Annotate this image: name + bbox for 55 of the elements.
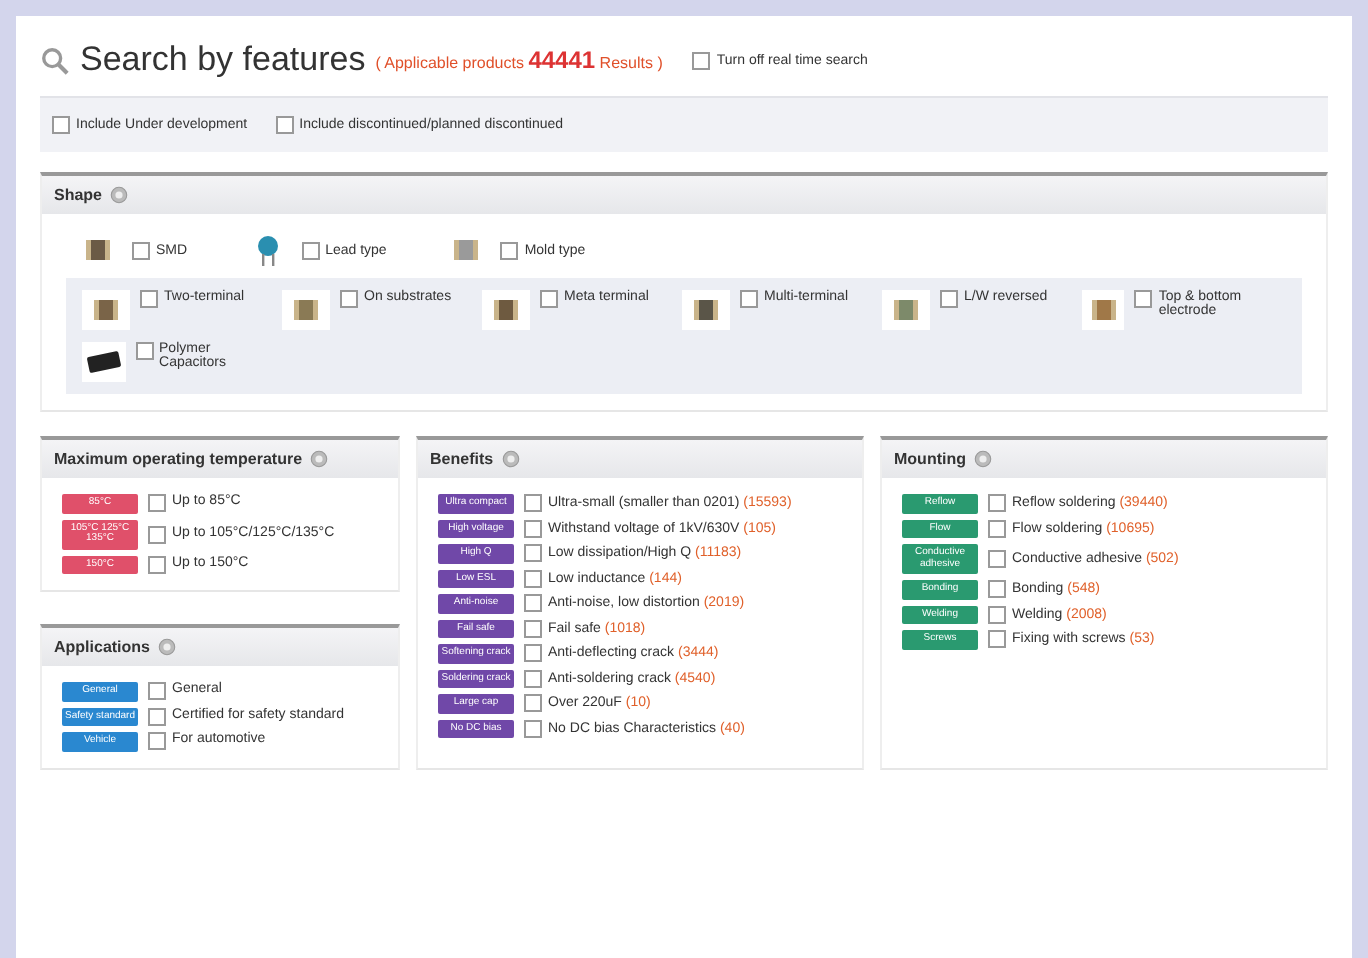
checkbox[interactable] bbox=[740, 290, 758, 308]
info-icon[interactable] bbox=[110, 186, 129, 204]
checkbox[interactable] bbox=[524, 569, 542, 588]
info-icon[interactable] bbox=[501, 450, 520, 468]
checkbox[interactable] bbox=[340, 290, 358, 308]
checkbox[interactable] bbox=[524, 669, 542, 688]
checkbox[interactable] bbox=[301, 241, 320, 259]
results-count: ( Applicable products 44441 Results ) bbox=[375, 46, 663, 74]
panel-title: Mounting bbox=[894, 450, 966, 468]
panel-title: Maximum operating temperature bbox=[54, 450, 303, 468]
checkbox[interactable] bbox=[988, 550, 1006, 568]
info-icon[interactable] bbox=[158, 638, 177, 656]
checkbox[interactable] bbox=[524, 619, 542, 638]
info-icon[interactable] bbox=[310, 450, 329, 468]
checkbox[interactable] bbox=[135, 342, 154, 360]
chip-component-icon bbox=[1082, 290, 1125, 330]
checkbox[interactable] bbox=[524, 694, 542, 713]
checkbox[interactable] bbox=[132, 241, 150, 259]
checkbox[interactable] bbox=[988, 494, 1006, 513]
checkbox[interactable] bbox=[148, 525, 166, 543]
checkbox[interactable] bbox=[692, 51, 711, 69]
checkbox[interactable] bbox=[524, 519, 542, 538]
panel-title: Shape bbox=[54, 186, 103, 204]
checkbox[interactable] bbox=[540, 290, 558, 308]
info-icon[interactable] bbox=[973, 450, 992, 468]
panel-title: Benefits bbox=[430, 450, 494, 468]
checkbox[interactable] bbox=[52, 116, 70, 134]
checkbox[interactable] bbox=[500, 241, 519, 259]
checkbox[interactable] bbox=[524, 594, 542, 613]
page-title: Search by features bbox=[80, 40, 366, 80]
checkbox[interactable] bbox=[524, 494, 542, 513]
checkbox[interactable] bbox=[988, 605, 1006, 624]
checkbox[interactable] bbox=[988, 519, 1006, 538]
checkbox[interactable] bbox=[148, 555, 166, 574]
checkbox[interactable] bbox=[988, 630, 1006, 649]
chip-component-icon bbox=[82, 290, 130, 330]
checkbox[interactable] bbox=[524, 644, 542, 663]
checkbox[interactable] bbox=[275, 116, 294, 134]
chip-component-icon bbox=[82, 342, 126, 382]
chip-component-icon bbox=[682, 290, 730, 330]
checkbox[interactable] bbox=[524, 544, 542, 563]
checkbox[interactable] bbox=[148, 707, 166, 726]
chip-component-icon bbox=[882, 290, 930, 330]
checkbox[interactable] bbox=[1134, 290, 1153, 308]
panel-title: Applications bbox=[54, 638, 151, 656]
checkbox[interactable] bbox=[940, 290, 958, 308]
checkbox[interactable] bbox=[148, 682, 166, 701]
chip-component-icon bbox=[482, 290, 530, 330]
search-icon bbox=[40, 45, 70, 75]
checkbox[interactable] bbox=[140, 290, 158, 308]
checkbox[interactable] bbox=[524, 719, 542, 738]
checkbox[interactable] bbox=[148, 494, 166, 513]
checkbox[interactable] bbox=[988, 580, 1006, 599]
checkbox[interactable] bbox=[148, 732, 166, 751]
chip-component-icon bbox=[282, 290, 330, 330]
